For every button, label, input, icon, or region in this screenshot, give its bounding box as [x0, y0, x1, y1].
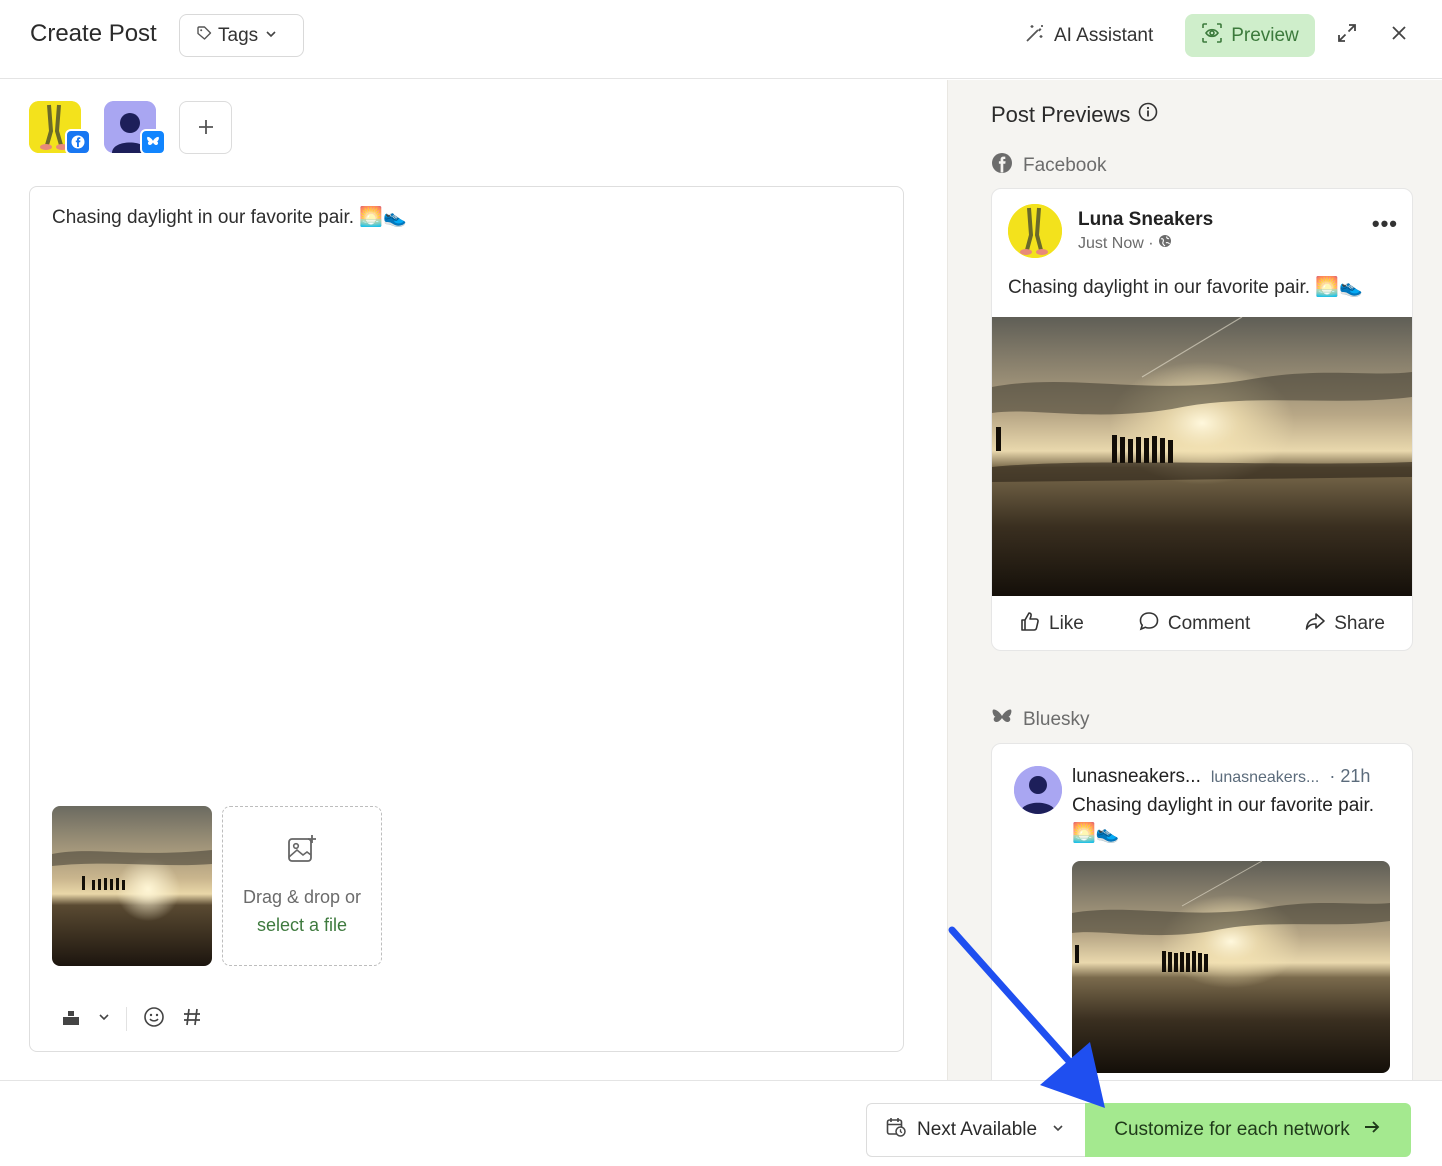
preview-button[interactable]: Preview	[1185, 14, 1315, 57]
customize-label: Customize for each network	[1114, 1119, 1350, 1140]
sunset-photo	[992, 316, 1412, 596]
like-label: Like	[1049, 613, 1084, 634]
bluesky-butterfly-icon	[991, 707, 1013, 733]
post-editor[interactable]: Chasing daylight in our favorite pair. 🌅…	[29, 186, 904, 1052]
bluesky-display-name: lunasneakers...	[1072, 766, 1201, 787]
bluesky-post-header: lunasneakers... lunasneakers... · 21h	[1072, 766, 1370, 788]
sunset-photo	[52, 806, 212, 966]
comment-bubble-icon	[1138, 610, 1160, 638]
sneaker-photo-icon	[1008, 204, 1062, 258]
info-icon[interactable]	[1138, 102, 1158, 128]
bluesky-network-name: Bluesky	[1023, 709, 1090, 730]
facebook-badge-icon	[65, 129, 91, 155]
preview-label: Preview	[1231, 24, 1299, 46]
expand-icon	[1336, 22, 1358, 49]
comment-button[interactable]: Comment	[1138, 610, 1250, 638]
preview-panel: Post Previews Facebook Luna Sneakers Jus…	[947, 80, 1442, 1080]
bluesky-preview-card: lunasneakers... lunasneakers... · 21h Ch…	[991, 743, 1413, 1080]
attached-image-thumbnail[interactable]	[52, 806, 212, 966]
chevron-down-icon	[97, 1010, 111, 1029]
facebook-post-image	[992, 316, 1412, 596]
calendar-clock-icon	[885, 1116, 907, 1144]
post-text-input[interactable]: Chasing daylight in our favorite pair. 🌅…	[52, 205, 407, 229]
arrow-right-icon	[1362, 1117, 1382, 1143]
share-label: Share	[1334, 613, 1385, 634]
thumbs-up-icon	[1019, 610, 1041, 638]
share-arrow-icon	[1304, 610, 1326, 638]
bluesky-avatar	[1014, 766, 1062, 814]
facebook-post-text: Chasing daylight in our favorite pair. 🌅…	[1008, 277, 1363, 298]
default-user-icon	[1014, 766, 1062, 814]
account-avatar-bluesky[interactable]	[104, 101, 166, 155]
post-time: Just Now ·	[1078, 234, 1172, 253]
select-file-link[interactable]: select a file	[257, 911, 347, 939]
expand-button[interactable]	[1333, 20, 1361, 50]
add-account-button[interactable]	[179, 101, 232, 154]
tag-icon	[196, 25, 212, 47]
smiley-icon	[143, 1006, 165, 1033]
modal-header: Create Post Tags AI Assistant Preview	[0, 0, 1442, 79]
sunset-photo	[1072, 861, 1390, 1073]
bluesky-post-time: · 21h	[1329, 766, 1371, 786]
bluesky-preview-label: Bluesky	[991, 707, 1090, 733]
close-button[interactable]	[1385, 20, 1413, 50]
media-dropzone[interactable]: Drag & drop or select a file	[222, 806, 382, 966]
plus-icon	[197, 112, 215, 143]
facebook-preview-label: Facebook	[991, 152, 1106, 180]
page-title: Create Post	[30, 20, 157, 47]
eye-scan-icon	[1201, 22, 1223, 50]
dropzone-instruction: Drag & drop or	[242, 887, 362, 907]
tags-dropdown[interactable]: Tags	[179, 14, 304, 57]
comment-label: Comment	[1167, 613, 1251, 634]
globe-icon	[1158, 234, 1172, 253]
media-library-button[interactable]	[52, 1000, 90, 1038]
post-previews-heading: Post Previews	[991, 102, 1158, 128]
share-button[interactable]: Share	[1304, 610, 1385, 638]
bluesky-handle: lunasneakers...	[1210, 769, 1320, 786]
add-image-icon	[286, 833, 318, 873]
ai-assistant-button[interactable]: AI Assistant	[1024, 14, 1153, 57]
bluesky-post-image	[1072, 861, 1390, 1073]
stack-icon	[61, 1007, 81, 1032]
schedule-label: Next Available	[917, 1119, 1038, 1140]
magic-wand-icon	[1024, 22, 1046, 50]
customize-for-each-network-button[interactable]: Customize for each network	[1085, 1103, 1411, 1157]
post-time-text: Just Now ·	[1078, 234, 1154, 252]
schedule-dropdown[interactable]: Next Available	[866, 1103, 1085, 1157]
post-previews-title: Post Previews	[991, 102, 1131, 127]
page-avatar	[1008, 204, 1062, 258]
toolbar-divider	[126, 1007, 127, 1031]
bluesky-post-text: Chasing daylight in our favorite pair. 🌅…	[1072, 795, 1375, 844]
facebook-action-bar: Like Comment Share	[992, 596, 1412, 650]
chevron-down-icon	[264, 25, 278, 47]
facebook-preview-card: Luna Sneakers Just Now · ••• Chasing day…	[991, 188, 1413, 651]
bluesky-badge-icon	[140, 129, 166, 155]
close-icon	[1390, 24, 1408, 47]
account-avatar-facebook[interactable]	[29, 101, 91, 155]
hashtag-button[interactable]	[173, 1000, 211, 1038]
emoji-button[interactable]	[135, 1000, 173, 1038]
facebook-network-name: Facebook	[1023, 155, 1107, 176]
tags-label: Tags	[218, 24, 259, 46]
media-options-dropdown[interactable]	[90, 1000, 118, 1038]
page-name: Luna Sneakers	[1078, 209, 1214, 230]
modal-footer: Next Available Customize for each networ…	[0, 1080, 1442, 1166]
editor-toolbar	[52, 999, 211, 1039]
like-button[interactable]: Like	[1019, 610, 1084, 638]
ai-assistant-label: AI Assistant	[1054, 24, 1154, 46]
chevron-down-icon	[1051, 1119, 1065, 1141]
facebook-icon	[991, 152, 1013, 180]
more-options-icon[interactable]: •••	[1372, 213, 1398, 235]
hashtag-icon	[182, 1007, 202, 1032]
